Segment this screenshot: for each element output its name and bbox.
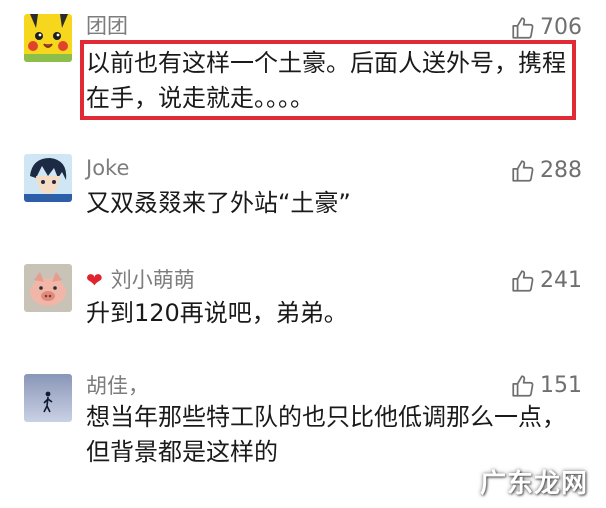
anime-boy-avatar-icon[interactable] — [24, 154, 72, 202]
comment-username[interactable]: ❤ 刘小萌萌 — [86, 270, 195, 291]
comment-item: ❤ 刘小萌萌 241 升到120再说吧，弟弟。 — [0, 250, 606, 360]
like-button[interactable]: 151 — [510, 373, 582, 399]
username-text: 刘小萌萌 — [110, 268, 195, 292]
thumbs-up-icon — [512, 375, 534, 397]
comment-username[interactable]: 团团 — [86, 16, 128, 37]
silhouette-avatar-icon[interactable] — [24, 374, 72, 422]
like-count: 288 — [540, 158, 582, 183]
like-count: 241 — [540, 268, 582, 293]
thumbs-up-icon — [512, 270, 534, 292]
like-count: 151 — [540, 373, 582, 398]
red-lips-icon: ❤ — [86, 268, 103, 292]
thumbs-up-icon — [512, 160, 534, 182]
pikachu-avatar-icon[interactable] — [24, 14, 72, 62]
comment-item: Joke 288 又双叒叕来了外站“土豪” — [0, 130, 606, 250]
thumbs-up-icon — [512, 17, 534, 39]
comment-list: 团团 706 以前也有这样一个土豪。后面人送外号，携程在手，说走就走。。。。 J… — [0, 0, 606, 508]
comment-username[interactable]: 胡佳， — [86, 376, 149, 397]
like-button[interactable]: 241 — [510, 268, 582, 294]
piglet-avatar-icon[interactable] — [24, 264, 72, 312]
comment-text: 升到120再说吧，弟弟。 — [86, 299, 348, 327]
like-button[interactable]: 706 — [510, 15, 582, 41]
highlight-box — [80, 40, 576, 120]
comment-text: 又双叒叕来了外站“土豪” — [86, 189, 351, 217]
watermark-logo: 广东龙网 — [479, 468, 588, 499]
like-button[interactable]: 288 — [510, 158, 582, 184]
comment-username[interactable]: Joke — [86, 158, 129, 179]
like-count: 706 — [540, 15, 582, 40]
